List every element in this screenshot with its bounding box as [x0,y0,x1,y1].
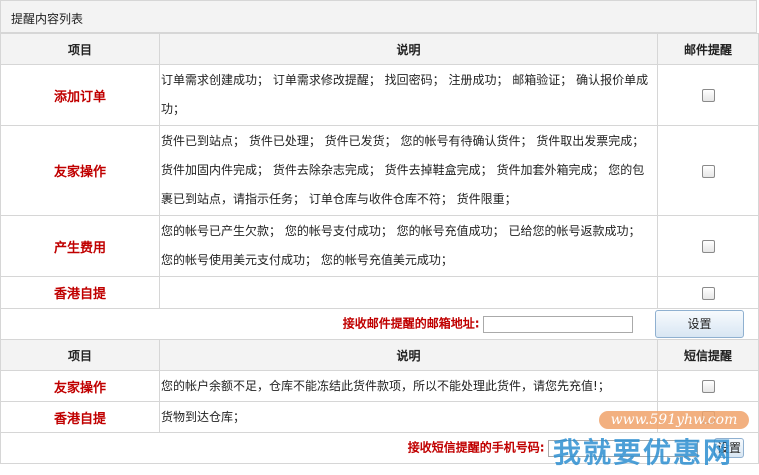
phone-number-label: 接收短信提醒的手机号码: [407,440,545,455]
row-item-label: 添加订单 [0,64,160,126]
header-sms-reminder: 短信提醒 [657,339,759,371]
table-header-row: 项目 说明 短信提醒 [0,339,759,371]
row-item-label: 香港自提 [0,401,160,433]
table-row: 香港自提 货物到达仓库； [0,401,759,433]
email-set-button[interactable]: 设置 [655,310,744,338]
row-item-label: 产生费用 [0,215,160,277]
header-email-reminder: 邮件提醒 [657,33,759,65]
phone-number-input[interactable] [548,439,699,457]
table-row: 香港自提 [0,276,759,309]
header-item: 项目 [0,33,160,65]
table-row: 友家操作 货件已到站点； 货件已处理； 货件已发货； 您的帐号有待确认货件； 货… [0,125,759,216]
header-description: 说明 [159,339,658,371]
header-item: 项目 [0,339,160,371]
email-reminder-checkbox[interactable] [701,286,715,300]
sms-reminder-table: 项目 说明 短信提醒 友家操作 您的帐户余额不足，仓库不能冻结此货件款项，所以不… [0,339,759,464]
table-header-row: 项目 说明 邮件提醒 [0,33,759,65]
sms-reminder-checkbox[interactable] [701,380,715,393]
email-reminder-checkbox[interactable] [701,89,715,102]
email-footer-row: 接收邮件提醒的邮箱地址: 设置 [0,308,759,340]
panel-title-bar: 提醒内容列表 [0,0,757,33]
email-reminder-table: 项目 说明 邮件提醒 添加订单 订单需求创建成功； 订单需求修改提醒； 找回密码… [0,33,759,340]
panel-title: 提醒内容列表 [11,12,84,26]
table-row: 产生费用 您的帐号已产生欠款； 您的帐号支付成功； 您的帐号充值成功； 已给您的… [0,215,759,277]
row-description: 订单需求创建成功； 订单需求修改提醒； 找回密码； 注册成功； 邮箱验证； 确认… [159,64,658,126]
row-item-label: 香港自提 [0,276,160,309]
table-row: 友家操作 您的帐户余额不足，仓库不能冻结此货件款项，所以不能处理此货件，请您先充… [0,370,759,402]
row-description [159,276,658,309]
row-description: 您的帐号已产生欠款； 您的帐号支付成功； 您的帐号充值成功； 已给您的帐号返款成… [159,215,658,277]
sms-reminder-checkbox[interactable] [701,411,715,424]
row-description: 货件已到站点； 货件已处理； 货件已发货； 您的帐号有待确认货件； 货件取出发票… [159,125,658,216]
row-item-label: 友家操作 [0,125,160,216]
email-reminder-checkbox[interactable] [701,164,715,178]
table-row: 添加订单 订单需求创建成功； 订单需求修改提醒； 找回密码； 注册成功； 邮箱验… [0,64,759,126]
row-description: 您的帐户余额不足，仓库不能冻结此货件款项，所以不能处理此货件，请您先充值!； [159,370,658,402]
email-reminder-checkbox[interactable] [701,240,715,253]
row-description: 货物到达仓库； [159,401,658,433]
sms-set-button[interactable]: 设置 [714,438,744,458]
row-item-label: 友家操作 [0,370,160,402]
sms-footer-row: 接收短信提醒的手机号码: 设置 [0,432,759,464]
header-description: 说明 [159,33,658,65]
email-address-label: 接收邮件提醒的邮箱地址: [342,316,480,331]
email-address-input[interactable] [483,315,634,333]
